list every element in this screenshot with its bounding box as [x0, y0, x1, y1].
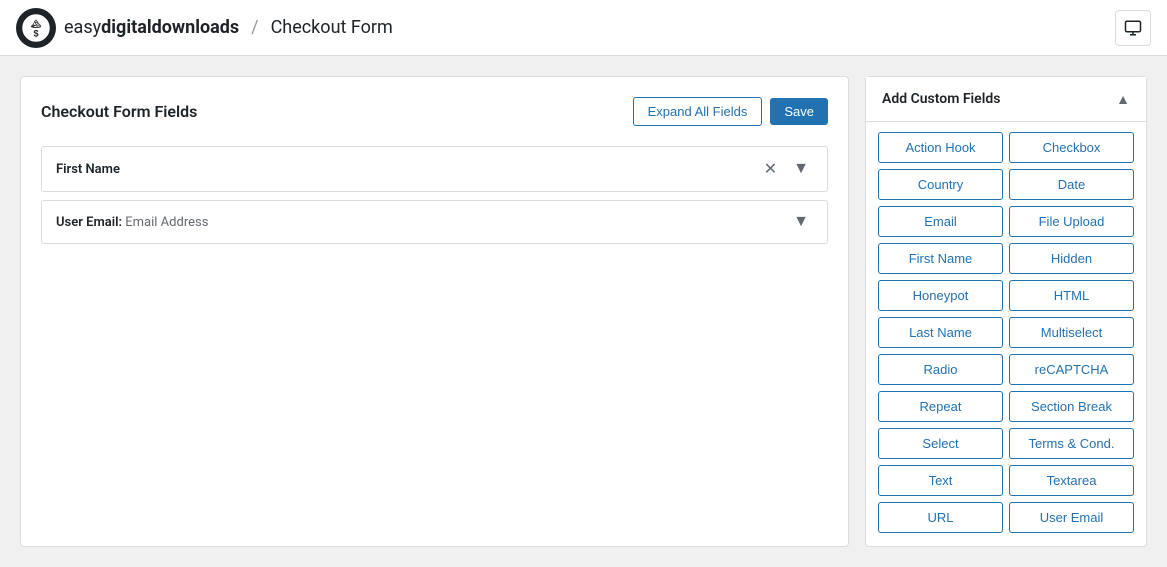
add-field-chip[interactable]: First Name: [878, 243, 1003, 274]
collapse-sidebar-button[interactable]: ▲: [1116, 91, 1130, 107]
svg-text:$: $: [33, 28, 38, 38]
add-field-chip[interactable]: Country: [878, 169, 1003, 200]
form-title: Checkout Form Fields: [41, 102, 197, 121]
logo-icon: 🏔 $: [16, 8, 56, 48]
add-field-chip[interactable]: Select: [878, 428, 1003, 459]
add-field-chip[interactable]: Radio: [878, 354, 1003, 385]
form-header: Checkout Form Fields Expand All Fields S…: [41, 97, 828, 126]
form-header-actions: Expand All Fields Save: [633, 97, 828, 126]
main-container: Checkout Form Fields Expand All Fields S…: [0, 56, 1167, 567]
field-label: First Name: [56, 162, 120, 177]
breadcrumb-separator: /: [251, 17, 258, 38]
remove-field-button[interactable]: ✕: [760, 157, 781, 181]
field-sublabel: Email Address: [125, 215, 208, 230]
logo: 🏔 $ easydigitaldownloads: [16, 8, 239, 48]
header-right: [1115, 10, 1151, 46]
breadcrumb-page: Checkout Form: [271, 17, 393, 38]
add-field-chip[interactable]: URL: [878, 502, 1003, 533]
add-field-chip[interactable]: Honeypot: [878, 280, 1003, 311]
field-row: First Name✕▼: [41, 146, 828, 192]
monitor-button[interactable]: [1115, 10, 1151, 46]
add-field-chip[interactable]: Hidden: [1009, 243, 1134, 274]
add-field-chip[interactable]: Checkbox: [1009, 132, 1134, 163]
field-row-inner: User Email: Email Address ▼: [42, 201, 827, 243]
sidebar-panel: Add Custom Fields ▲ Action HookCheckboxC…: [865, 76, 1147, 547]
field-actions: ✕▼: [760, 157, 813, 181]
logo-text: easydigitaldownloads: [64, 17, 239, 38]
add-field-chip[interactable]: User Email: [1009, 502, 1134, 533]
add-field-chip[interactable]: Terms & Cond.: [1009, 428, 1134, 459]
svg-text:🏔: 🏔: [31, 19, 42, 28]
add-field-chip[interactable]: File Upload: [1009, 206, 1134, 237]
sidebar-title: Add Custom Fields: [882, 91, 1000, 107]
save-button[interactable]: Save: [770, 98, 828, 125]
field-row: User Email: Email Address ▼: [41, 200, 828, 244]
expand-all-button[interactable]: Expand All Fields: [633, 97, 763, 126]
expand-field-button[interactable]: ▼: [789, 211, 813, 233]
add-field-chip[interactable]: Textarea: [1009, 465, 1134, 496]
add-field-chip[interactable]: Date: [1009, 169, 1134, 200]
add-field-chip[interactable]: Last Name: [878, 317, 1003, 348]
fields-container: First Name✕▼User Email: Email Address▼: [41, 146, 828, 244]
field-actions: ▼: [789, 211, 813, 233]
custom-fields-grid: Action HookCheckboxCountryDateEmailFile …: [866, 122, 1146, 543]
form-panel: Checkout Form Fields Expand All Fields S…: [20, 76, 849, 547]
add-field-chip[interactable]: Email: [878, 206, 1003, 237]
add-field-chip[interactable]: reCAPTCHA: [1009, 354, 1134, 385]
add-field-chip[interactable]: Multiselect: [1009, 317, 1134, 348]
expand-field-button[interactable]: ▼: [789, 158, 813, 180]
add-field-chip[interactable]: Repeat: [878, 391, 1003, 422]
add-field-chip[interactable]: HTML: [1009, 280, 1134, 311]
app-header: 🏔 $ easydigitaldownloads / Checkout Form: [0, 0, 1167, 56]
field-label: User Email: Email Address: [56, 215, 208, 230]
add-field-chip[interactable]: Text: [878, 465, 1003, 496]
sidebar-header: Add Custom Fields ▲: [866, 77, 1146, 122]
field-row-inner: First Name✕▼: [42, 147, 827, 191]
add-field-chip[interactable]: Action Hook: [878, 132, 1003, 163]
add-field-chip[interactable]: Section Break: [1009, 391, 1134, 422]
header-left: 🏔 $ easydigitaldownloads / Checkout Form: [16, 8, 393, 48]
